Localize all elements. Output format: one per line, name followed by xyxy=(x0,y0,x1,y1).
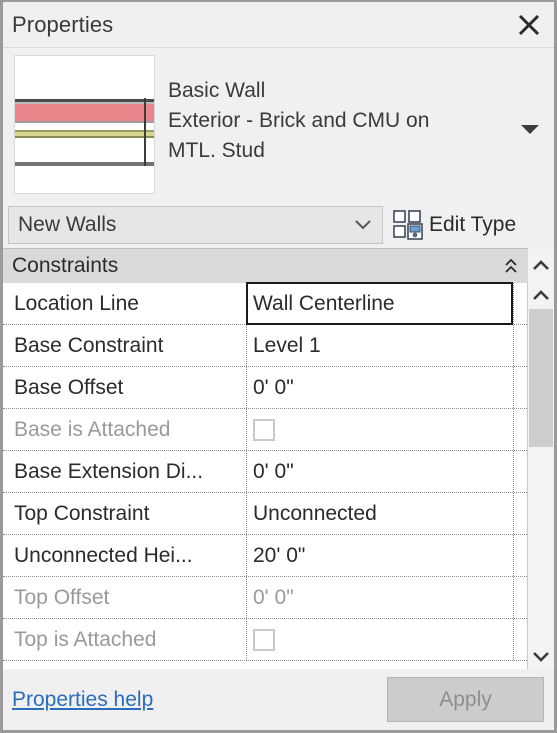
brick-bottom-line xyxy=(15,121,154,123)
type-name-line-1: Exterior - Brick and CMU on xyxy=(168,109,430,132)
edit-type-icon xyxy=(393,209,423,240)
inner-face-line xyxy=(15,162,154,166)
type-chevron-down-icon[interactable] xyxy=(517,116,543,142)
property-name: Base Extension Di... xyxy=(14,459,204,483)
panel-titlebar: Properties xyxy=(3,2,554,48)
property-row[interactable]: Base is Attached xyxy=(3,409,527,451)
property-name: Base is Attached xyxy=(14,417,171,441)
scrollbar-thumb[interactable] xyxy=(529,309,553,447)
edit-type-button[interactable]: Edit Type xyxy=(393,209,517,240)
instance-selector-value: New Walls xyxy=(18,212,117,236)
cmu-bottom-line xyxy=(15,136,154,138)
air-gap xyxy=(15,123,154,130)
cmu-top-line xyxy=(15,130,154,132)
instance-selector-row: New Walls Edit Type xyxy=(3,201,554,248)
property-checkbox[interactable] xyxy=(253,418,275,441)
property-value[interactable]: 20' 0" xyxy=(246,535,513,576)
edit-type-label: Edit Type xyxy=(429,212,517,236)
close-icon[interactable] xyxy=(512,8,546,42)
property-row-tail xyxy=(513,283,527,324)
properties-scrollbar[interactable] xyxy=(528,283,554,669)
property-value[interactable]: 0' 0" xyxy=(246,367,513,408)
property-value[interactable]: 0' 0" xyxy=(246,451,513,492)
property-name: Top is Attached xyxy=(14,627,157,651)
property-value[interactable]: Wall Centerline xyxy=(246,282,513,325)
instance-selector-dropdown[interactable]: New Walls xyxy=(8,205,383,244)
property-value[interactable] xyxy=(246,619,513,660)
double-chevron-up-icon[interactable] xyxy=(501,256,521,276)
wall-type-preview xyxy=(14,55,155,194)
type-name-group: Basic Wall Exterior - Brick and CMU on M… xyxy=(155,55,554,201)
property-row[interactable]: Top Constraint Unconnected xyxy=(3,493,527,535)
group-header-constraints[interactable]: Constraints xyxy=(3,248,528,283)
property-row[interactable]: Base Constraint Level 1 xyxy=(3,325,527,367)
stud-cavity xyxy=(15,138,154,162)
wall-preview-edge xyxy=(144,98,146,166)
brick-layer xyxy=(15,104,154,121)
property-name: Location Line xyxy=(14,291,139,315)
property-row[interactable]: Top is Attached xyxy=(3,619,527,661)
property-row-tail xyxy=(513,577,527,618)
property-checkbox[interactable] xyxy=(253,628,275,651)
instance-selector-chevron-down-icon xyxy=(353,215,373,235)
property-row[interactable]: Base Extension Di... 0' 0" xyxy=(3,451,527,493)
property-row-tail xyxy=(513,325,527,366)
property-value[interactable]: Level 1 xyxy=(246,325,513,366)
property-row-tail xyxy=(513,451,527,492)
property-name: Top Offset xyxy=(14,585,110,609)
property-name: Unconnected Hei... xyxy=(14,543,193,567)
property-value[interactable]: 0' 0" xyxy=(246,577,513,618)
properties-panel: Properties Basic Wall Exterior - Brick a… xyxy=(0,0,557,733)
property-row-tail xyxy=(513,493,527,534)
property-row-tail xyxy=(513,619,527,660)
gap-line xyxy=(15,102,154,104)
property-value[interactable] xyxy=(246,409,513,450)
property-row-tail xyxy=(513,535,527,576)
family-name: Basic Wall xyxy=(168,79,266,102)
type-name-line-2: MTL. Stud xyxy=(168,139,265,162)
properties-grid-area: Location Line Wall Centerline Base Constra… xyxy=(3,249,554,669)
panel-title: Properties xyxy=(12,11,114,37)
scroll-down-button[interactable] xyxy=(528,643,554,669)
property-name: Base Constraint xyxy=(14,333,164,357)
apply-button[interactable]: Apply xyxy=(387,677,544,722)
cmu-layer xyxy=(15,132,154,136)
property-row-tail xyxy=(513,367,527,408)
group-header-label: Constraints xyxy=(12,254,119,277)
type-selector-block[interactable]: Basic Wall Exterior - Brick and CMU on M… xyxy=(3,48,554,201)
property-row[interactable]: Unconnected Hei... 20' 0" xyxy=(3,535,527,577)
scrollbar-header-cap[interactable] xyxy=(528,249,554,283)
panel-footer: Properties help Apply xyxy=(3,669,554,730)
property-row[interactable]: Base Offset 0' 0" xyxy=(3,367,527,409)
property-name: Base Offset xyxy=(14,375,124,399)
scrollbar-track[interactable] xyxy=(528,309,554,643)
scroll-up-button[interactable] xyxy=(528,283,554,309)
outer-face-line xyxy=(15,99,154,102)
property-row-tail xyxy=(513,409,527,450)
property-row[interactable]: Location Line Wall Centerline xyxy=(3,282,527,325)
properties-grid: Location Line Wall Centerline Base Constra… xyxy=(3,282,528,669)
property-row[interactable]: Top Offset 0' 0" xyxy=(3,577,527,619)
property-value[interactable]: Unconnected xyxy=(246,493,513,534)
property-name: Top Constraint xyxy=(14,501,150,525)
properties-help-link[interactable]: Properties help xyxy=(3,688,153,712)
